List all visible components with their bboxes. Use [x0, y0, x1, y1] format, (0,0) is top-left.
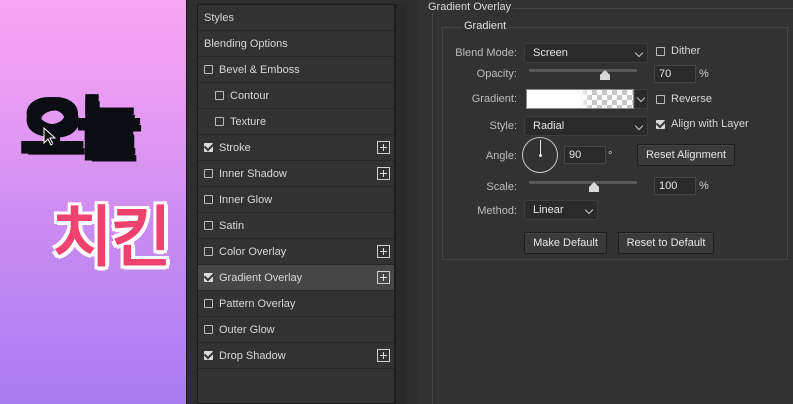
style-item-color-overlay[interactable]: Color Overlay [198, 239, 394, 265]
chevron-down-icon [584, 205, 594, 215]
style-item-label: Texture [230, 115, 267, 128]
document-canvas[interactable]: 오늘 치킨 [0, 0, 186, 404]
style-item-label: Inner Shadow [219, 167, 287, 180]
styles-panel: Styles Blending Options Bevel & Emboss Cont… [186, 0, 418, 404]
opacity-unit: % [699, 68, 709, 80]
scale-input[interactable]: 100 [654, 177, 696, 195]
satin-checkbox[interactable] [204, 221, 213, 230]
reverse-label: Reverse [671, 93, 712, 105]
contour-checkbox[interactable] [215, 91, 224, 100]
style-item-label: Contour [230, 89, 270, 102]
style-item-label: Color Overlay [219, 245, 287, 258]
style-item-label: Drop Shadow [219, 349, 286, 362]
pattern-overlay-checkbox[interactable] [204, 299, 213, 308]
add-gradient-overlay-icon[interactable] [377, 271, 390, 284]
scale-slider-track[interactable] [529, 181, 637, 184]
align-with-layer-checkbox[interactable] [656, 119, 665, 129]
style-item-contour[interactable]: Contour [198, 83, 394, 109]
style-item-label: Pattern Overlay [219, 297, 296, 310]
chevron-down-icon [636, 93, 646, 103]
add-stroke-icon[interactable] [377, 141, 390, 154]
reverse-option[interactable]: Reverse [656, 93, 712, 105]
texture-checkbox[interactable] [215, 117, 224, 126]
opacity-slider-track[interactable] [529, 69, 637, 72]
style-label: Style: [489, 120, 517, 132]
dither-label: Dither [671, 45, 701, 57]
style-item-styles[interactable]: Styles [198, 5, 394, 31]
gradient-picker-button[interactable] [634, 89, 648, 109]
dither-checkbox[interactable] [656, 46, 665, 56]
blend-mode-select[interactable]: Screen [524, 43, 648, 63]
bevel-emboss-checkbox[interactable] [204, 65, 213, 74]
gradient-label: Gradient: [471, 93, 517, 105]
add-drop-shadow-icon[interactable] [377, 349, 390, 362]
drop-shadow-checkbox[interactable] [204, 351, 213, 360]
method-label: Method: [477, 205, 517, 217]
align-with-layer-label: Align with Layer [671, 118, 749, 130]
style-item-label: Inner Glow [219, 193, 273, 206]
style-item-pattern-overlay[interactable]: Pattern Overlay [198, 291, 394, 317]
dither-option[interactable]: Dither [656, 45, 700, 57]
style-item-bevel-emboss[interactable]: Bevel & Emboss [198, 57, 394, 83]
gradient-group-title: Gradient [462, 20, 509, 32]
style-item-label: Styles [204, 11, 234, 24]
angle-input[interactable]: 90 [564, 146, 606, 164]
align-with-layer-option[interactable]: Align with Layer [656, 118, 749, 130]
style-item-inner-glow[interactable]: Inner Glow [198, 187, 394, 213]
add-inner-shadow-icon[interactable] [377, 167, 390, 180]
angle-label: Angle: [485, 150, 517, 162]
make-default-button[interactable]: Make Default [524, 232, 607, 254]
method-select[interactable]: Linear [524, 200, 598, 220]
inner-glow-checkbox[interactable] [204, 195, 213, 204]
styles-list: Styles Blending Options Bevel & Emboss Cont… [197, 4, 395, 404]
outer-glow-checkbox[interactable] [204, 325, 213, 334]
style-item-label: Outer Glow [219, 323, 275, 336]
style-item-inner-shadow[interactable]: Inner Shadow [198, 161, 394, 187]
style-item-drop-shadow[interactable]: Drop Shadow [198, 343, 394, 369]
gradient-overlay-checkbox[interactable] [204, 273, 213, 282]
angle-dial-center [539, 154, 542, 157]
add-color-overlay-icon[interactable] [377, 245, 390, 258]
stroke-checkbox[interactable] [204, 143, 213, 152]
chevron-down-icon [634, 121, 644, 131]
opacity-label: Opacity: [476, 68, 517, 80]
style-item-label: Bevel & Emboss [219, 63, 300, 76]
method-value: Linear [533, 204, 564, 216]
style-item-outer-glow[interactable]: Outer Glow [198, 317, 394, 343]
style-item-label: Satin [219, 219, 245, 232]
angle-unit: ° [608, 150, 613, 162]
chevron-down-icon [634, 48, 644, 58]
gradient-preview[interactable] [526, 89, 634, 109]
style-item-label: Gradient Overlay [219, 271, 303, 284]
reverse-checkbox[interactable] [656, 94, 665, 104]
style-item-label: Stroke [219, 141, 251, 154]
color-overlay-checkbox[interactable] [204, 247, 213, 256]
style-item-gradient-overlay[interactable]: Gradient Overlay [198, 265, 394, 291]
angle-dial[interactable] [522, 137, 558, 173]
style-item-stroke[interactable]: Stroke [198, 135, 394, 161]
inner-shadow-checkbox[interactable] [204, 169, 213, 178]
blend-mode-label: Blend Mode: [455, 47, 517, 59]
canvas-text-word2: 치킨 [52, 199, 171, 276]
style-item-satin[interactable]: Satin [198, 213, 394, 239]
reset-to-default-button[interactable]: Reset to Default [618, 232, 714, 254]
style-item-blending-options[interactable]: Blending Options [198, 31, 394, 57]
section-title: Gradient Overlay [426, 1, 514, 13]
move-cursor-icon [43, 126, 66, 150]
canvas-text-word1: 오늘 [20, 89, 141, 170]
blend-mode-value: Screen [533, 47, 568, 59]
style-select[interactable]: Radial [524, 116, 648, 136]
opacity-input[interactable]: 70 [654, 65, 696, 83]
reset-alignment-button[interactable]: Reset Alignment [637, 144, 735, 166]
style-value: Radial [533, 120, 565, 132]
gradient-overlay-settings: Gradient Overlay Gradient Blend Mode: Sc… [418, 0, 793, 404]
style-item-label: Blending Options [204, 37, 288, 50]
style-item-texture[interactable]: Texture [198, 109, 394, 135]
scale-unit: % [699, 180, 709, 192]
scale-label: Scale: [486, 181, 517, 193]
styles-list-scrollbar[interactable] [395, 4, 407, 404]
